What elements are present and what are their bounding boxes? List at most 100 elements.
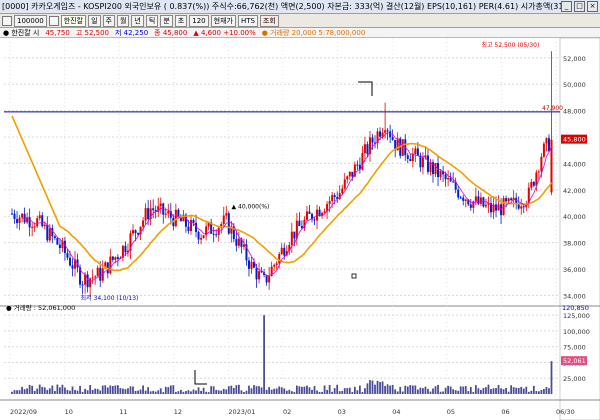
volume-bar xyxy=(137,390,139,394)
candle-body xyxy=(94,276,97,278)
stock-name-field[interactable]: 한진칼 xyxy=(60,14,87,27)
candle-body xyxy=(48,228,51,241)
volume-bar xyxy=(167,387,170,394)
volume-bar xyxy=(285,390,288,394)
volume-bar xyxy=(187,390,190,394)
volume-bar xyxy=(56,384,59,394)
candle-body xyxy=(333,195,336,198)
volume-bar xyxy=(391,384,394,394)
volume-tick-label: 75,000 xyxy=(563,344,586,352)
current-price-button[interactable]: 현재가 xyxy=(210,14,236,27)
volume-bar xyxy=(172,385,175,394)
volume-bar xyxy=(61,384,64,394)
info-value-change: ▲ 4,600 +10.00% xyxy=(193,28,256,37)
candle-body xyxy=(124,245,127,253)
candle-body xyxy=(10,213,14,215)
volume-bar xyxy=(182,391,185,394)
volume-bar xyxy=(33,390,36,394)
volume-bar xyxy=(416,389,419,394)
volume-bar xyxy=(467,391,470,394)
volume-bar xyxy=(200,390,202,394)
volume-bar xyxy=(66,389,69,394)
period-week-button[interactable]: 주 xyxy=(102,14,115,27)
volume-bar xyxy=(366,383,369,394)
volume-bar xyxy=(64,387,66,394)
candle-body xyxy=(346,176,349,180)
volume-bar xyxy=(273,388,276,394)
candle-body xyxy=(545,138,548,144)
time-tick-label: 06/30 xyxy=(556,408,575,416)
candle-body xyxy=(482,197,485,207)
volume-bar xyxy=(550,361,553,394)
period-month-button[interactable]: 월 xyxy=(116,14,130,27)
volume-bar xyxy=(152,390,155,394)
period-day-button[interactable]: 일 xyxy=(88,14,101,27)
stock-code-input[interactable]: 100000 xyxy=(14,14,47,27)
candle-body xyxy=(406,155,409,159)
close-icon[interactable]: × xyxy=(587,1,598,12)
volume-bar xyxy=(374,384,376,394)
period-tick-button[interactable]: 틱 xyxy=(145,14,159,27)
volume-tick-label: 125,000 xyxy=(563,312,590,320)
candle-body xyxy=(293,231,296,239)
candle-body xyxy=(189,220,192,232)
time-tick-label: 05 xyxy=(447,408,455,416)
period-minute-button[interactable]: 분 xyxy=(160,14,173,27)
count-input[interactable]: 120 xyxy=(189,14,209,27)
candle-body xyxy=(464,199,467,201)
volume-bar xyxy=(399,386,402,394)
toolbar: 100000 한진칼 일 주 월 년 틱 분 초 120 현재가 HTS 조회 xyxy=(0,14,600,28)
volume-bar xyxy=(311,389,313,394)
candle-body xyxy=(439,171,442,178)
time-tick-label: 12 xyxy=(174,408,182,416)
price-tick-label: 36,000 xyxy=(563,266,586,274)
period-second-button[interactable]: 초 xyxy=(174,14,188,27)
candle-body xyxy=(462,197,465,201)
volume-bar xyxy=(396,391,399,394)
volume-bar xyxy=(28,384,31,394)
volume-bar xyxy=(429,391,432,394)
hts-button[interactable]: HTS xyxy=(237,14,258,27)
candle-body xyxy=(379,131,382,137)
volume-bar xyxy=(313,386,316,394)
volume-bar xyxy=(492,388,495,394)
volume-bar xyxy=(535,391,538,394)
stock-chart[interactable]: 52,00050,00048,00046,00044,00042,00040,0… xyxy=(0,38,600,420)
volume-bar xyxy=(23,389,26,394)
query-button[interactable]: 조회 xyxy=(259,14,279,27)
volume-bar xyxy=(522,388,525,394)
candle-body xyxy=(202,235,205,238)
minimize-icon[interactable]: _ xyxy=(561,1,572,12)
volume-bar xyxy=(74,389,76,394)
volume-bar xyxy=(139,389,142,394)
price-tick-label: 48,000 xyxy=(563,108,586,116)
menu-icon[interactable] xyxy=(2,15,12,26)
volume-bar xyxy=(532,385,535,394)
volume-bar xyxy=(348,387,351,394)
candle-body xyxy=(28,217,31,228)
volume-bar xyxy=(41,386,44,394)
volume-bar xyxy=(520,386,523,394)
volume-bar xyxy=(250,388,253,394)
volume-bar xyxy=(510,385,513,394)
volume-bar xyxy=(177,391,180,394)
volume-bar xyxy=(220,390,223,394)
maximize-icon[interactable]: □ xyxy=(574,1,585,12)
volume-bar xyxy=(442,391,444,394)
volume-bar xyxy=(99,390,102,394)
period-year-button[interactable]: 년 xyxy=(131,14,144,27)
search-icon[interactable] xyxy=(48,15,59,26)
volume-bar xyxy=(472,391,475,394)
candle-body xyxy=(411,153,414,162)
volume-bar xyxy=(38,384,41,394)
candle-body xyxy=(144,208,147,221)
volume-bar xyxy=(207,392,210,394)
volume-bar xyxy=(459,386,462,394)
volume-bar xyxy=(255,386,258,394)
candle-body xyxy=(13,213,16,220)
volume-bar xyxy=(424,386,427,394)
volume-bar xyxy=(364,388,366,394)
volume-bar xyxy=(16,390,18,394)
candle-body xyxy=(510,198,513,201)
candle-body xyxy=(167,211,170,214)
